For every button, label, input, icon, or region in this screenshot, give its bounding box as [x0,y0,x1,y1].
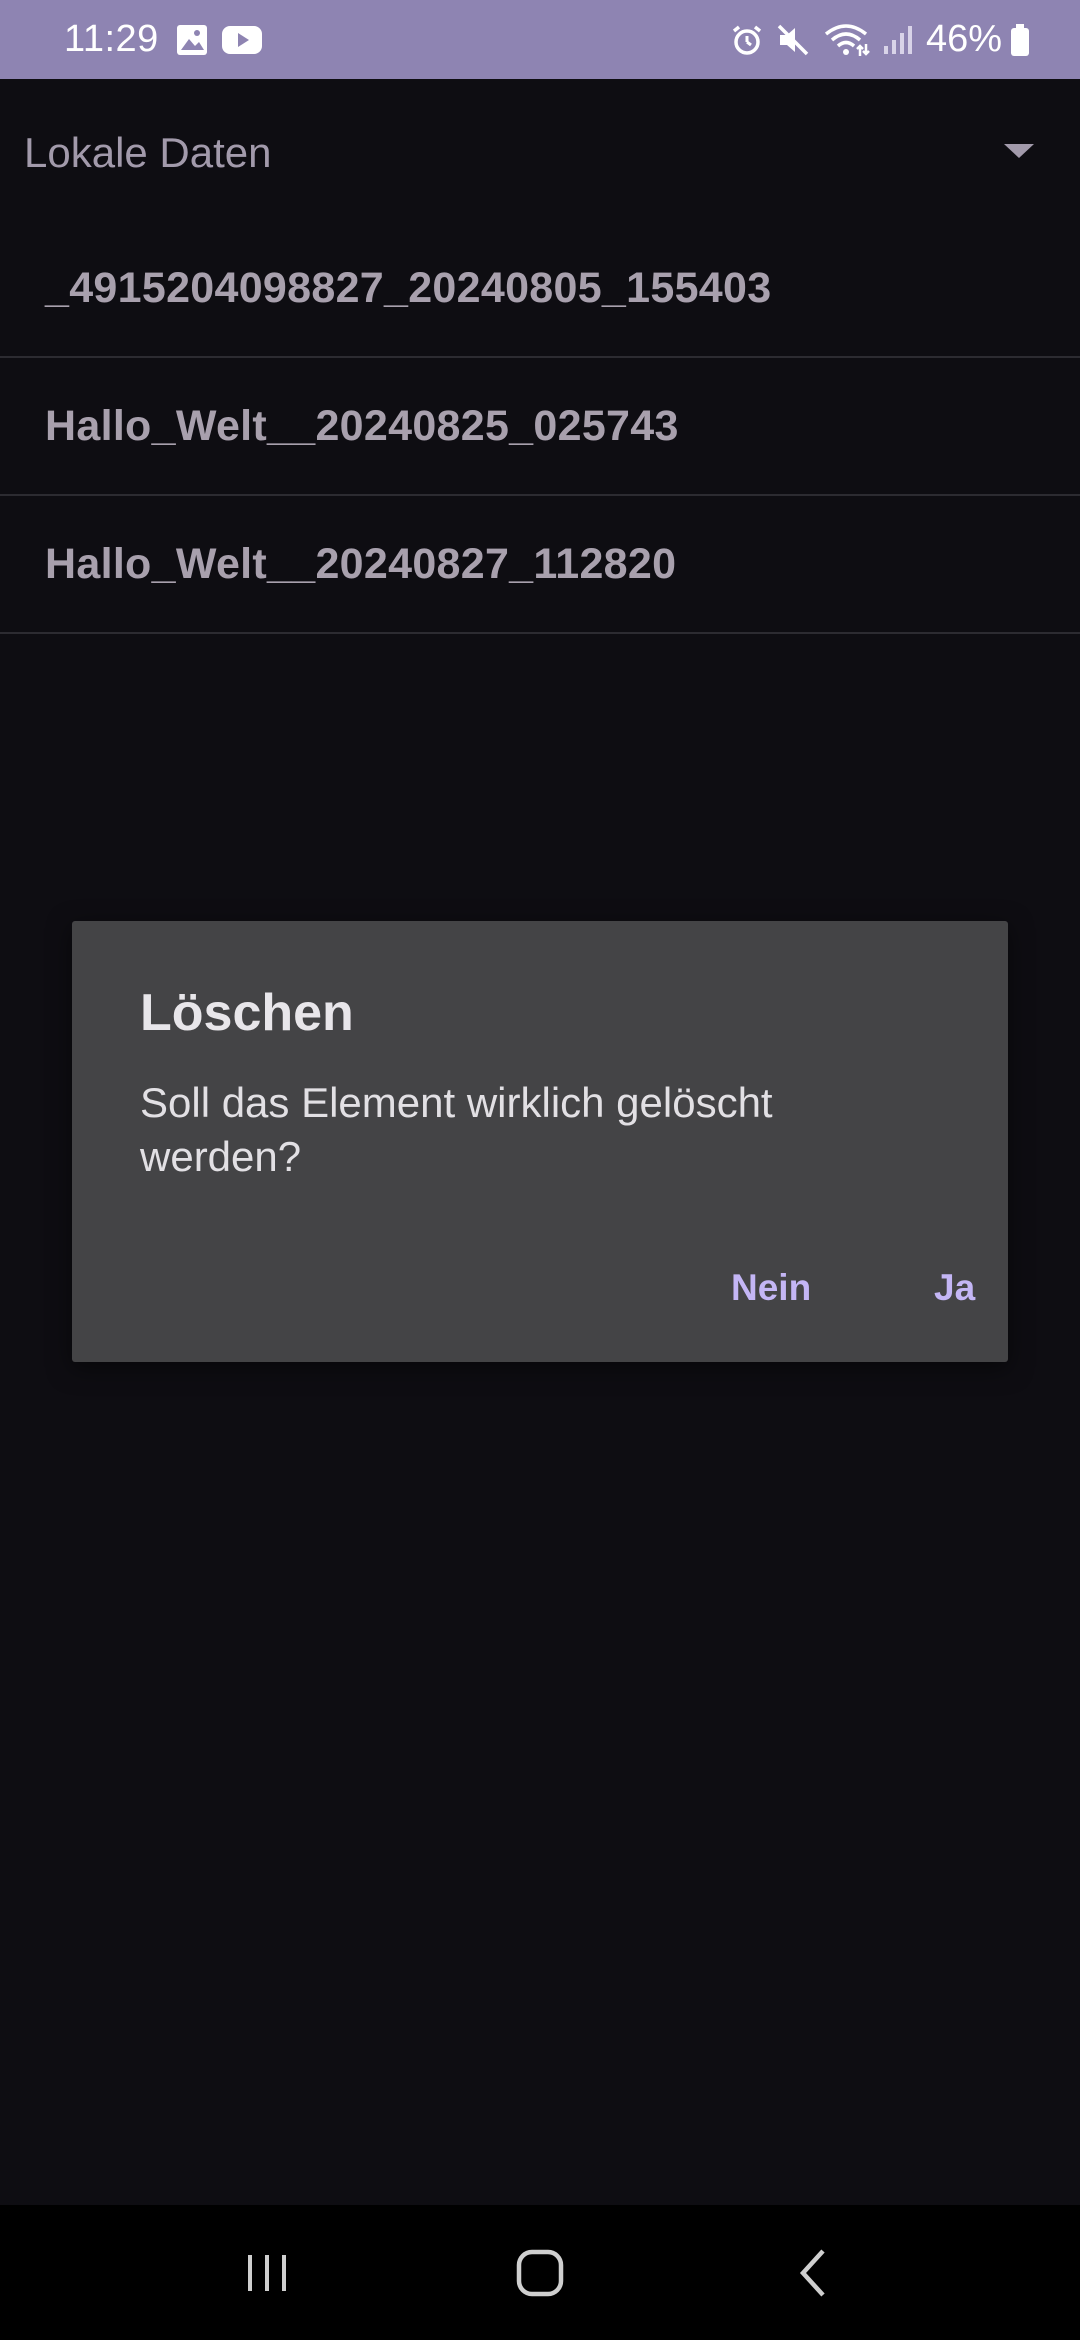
status-bar: 11:29 46% [0,0,1080,79]
list-item-label: _4915204098827_20240805_155403 [45,263,772,312]
app-screen: 11:29 46% Lokale Daten _4915204098827_20… [0,0,1080,2340]
delete-confirmation-dialog: Löschen Soll das Element wirklich gelösc… [72,921,1008,1362]
no-button[interactable]: Nein [715,1255,827,1321]
recent-apps-icon [247,2254,286,2291]
alarm-icon [730,23,764,57]
mute-icon [776,23,810,57]
wifi-icon [822,22,870,58]
list-item-label: Hallo_Welt__20240827_112820 [45,539,677,588]
navigation-bar [0,2205,1080,2340]
dropdown-selected-value: Lokale Daten [24,129,272,176]
list-item[interactable]: _4915204098827_20240805_155403 [0,220,1080,358]
dialog-message: Soll das Element wirklich gelöscht werde… [140,1079,773,1180]
status-bar-right: 46% [730,18,1042,61]
recent-apps-button[interactable] [207,2223,327,2323]
home-icon [516,2249,564,2296]
list-item[interactable]: Hallo_Welt__20240827_112820 [0,496,1080,634]
dialog-title: Löschen [140,984,354,1042]
back-icon [800,2248,825,2297]
data-source-dropdown[interactable]: Lokale Daten [0,79,1080,227]
dropdown-arrow-icon [1002,141,1036,166]
gallery-icon [175,23,209,57]
battery-icon [1010,23,1030,57]
status-bar-left: 11:29 [64,18,275,61]
signal-icon [882,24,914,56]
home-button[interactable] [480,2223,600,2323]
status-time: 11:29 [64,18,159,60]
list-item[interactable]: Hallo_Welt__20240825_025743 [0,358,1080,496]
back-button[interactable] [753,2223,873,2323]
file-list: _4915204098827_20240805_155403 Hallo_Wel… [0,220,1080,634]
youtube-icon [221,24,263,56]
list-item-label: Hallo_Welt__20240825_025743 [45,401,679,450]
battery-percent: 46% [925,18,1002,60]
yes-button[interactable]: Ja [918,1255,991,1321]
